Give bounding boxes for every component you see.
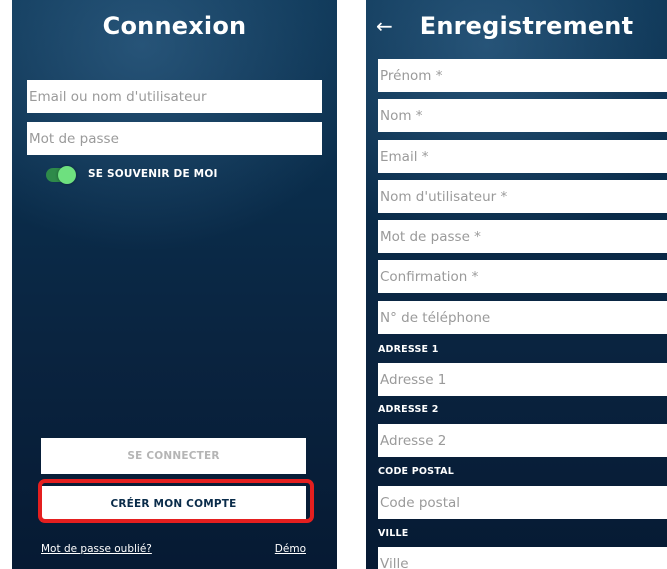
email-username-input[interactable] <box>27 80 322 113</box>
login-panel: Connexion SE SOUVENIR DE MOI SE CONNECTE… <box>12 0 337 569</box>
toggle-knob <box>58 166 76 184</box>
register-password-input[interactable] <box>378 220 667 253</box>
city-input[interactable] <box>378 547 667 569</box>
register-title: Enregistrement <box>419 12 634 40</box>
username-input[interactable] <box>378 180 667 213</box>
email-input[interactable] <box>378 140 667 173</box>
lastname-input[interactable] <box>378 99 667 132</box>
address2-input[interactable] <box>378 424 667 457</box>
create-account-button[interactable]: CRÉER MON COMPTE <box>41 486 306 522</box>
connect-button[interactable]: SE CONNECTER <box>41 438 306 474</box>
address1-input[interactable] <box>378 363 667 396</box>
firstname-input[interactable] <box>378 59 667 92</box>
login-title: Connexion <box>102 12 247 40</box>
password-input[interactable] <box>27 122 322 155</box>
remember-me-label: SE SOUVENIR DE MOI <box>88 168 218 180</box>
postal-code-input[interactable] <box>378 486 667 519</box>
address1-label: ADRESSE 1 <box>378 344 439 355</box>
forgot-password-link[interactable]: Mot de passe oublié? <box>41 543 152 555</box>
confirmation-input[interactable] <box>378 260 667 293</box>
register-panel: ← Enregistrement ADRESSE 1 ADRESSE 2 COD… <box>366 0 667 569</box>
postal-code-label: CODE POSTAL <box>378 466 454 477</box>
remember-me-toggle[interactable] <box>46 166 76 184</box>
demo-link[interactable]: Démo <box>275 543 306 555</box>
city-label: VILLE <box>378 528 409 539</box>
phone-input[interactable] <box>378 301 667 334</box>
address2-label: ADRESSE 2 <box>378 404 439 415</box>
